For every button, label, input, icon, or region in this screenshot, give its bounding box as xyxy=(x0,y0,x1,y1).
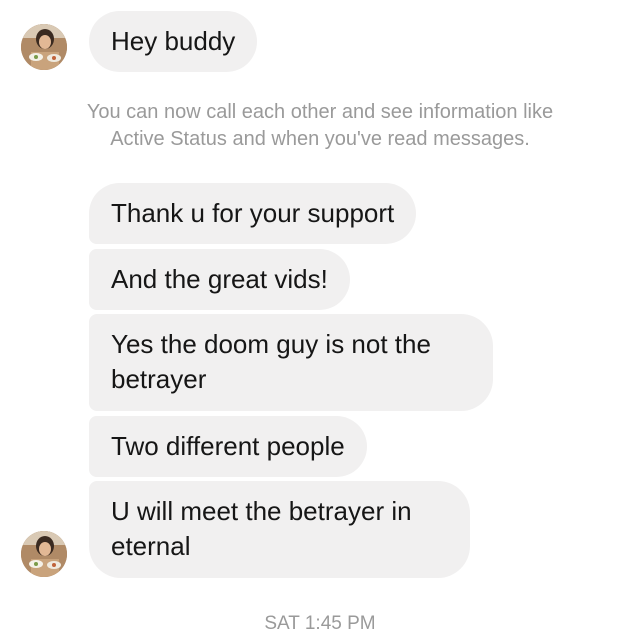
message-bubble[interactable]: Two different people xyxy=(89,416,367,477)
message-text: Two different people xyxy=(111,431,345,461)
system-notice: You can now call each other and see info… xyxy=(20,99,620,153)
contact-avatar[interactable] xyxy=(21,531,67,577)
message-timestamp: SAT 1:45 PM xyxy=(264,613,376,634)
message-bubble[interactable]: U will meet the betrayer in eternal xyxy=(89,481,470,578)
message-bubble[interactable]: Hey buddy xyxy=(89,11,258,72)
message-bubble[interactable]: And the great vids! xyxy=(89,249,350,310)
message-text: U will meet the betrayer in eternal xyxy=(111,496,412,561)
system-notice-line: Active Status and when you've read messa… xyxy=(110,128,530,150)
message-bubble[interactable]: Yes the doom guy is not the betrayer xyxy=(89,314,493,411)
message-thread: Hey buddy You can now call each other an… xyxy=(0,0,640,640)
message-text: Yes the doom guy is not the betrayer xyxy=(111,329,431,394)
contact-avatar-image xyxy=(21,531,67,577)
message-text: Thank u for your support xyxy=(111,198,395,228)
message-text: And the great vids! xyxy=(111,264,328,294)
message-text: Hey buddy xyxy=(111,26,236,56)
contact-avatar-image xyxy=(21,24,67,70)
contact-avatar[interactable] xyxy=(21,24,67,70)
system-notice-line: You can now call each other and see info… xyxy=(86,101,554,123)
message-bubble[interactable]: Thank u for your support xyxy=(89,183,417,244)
